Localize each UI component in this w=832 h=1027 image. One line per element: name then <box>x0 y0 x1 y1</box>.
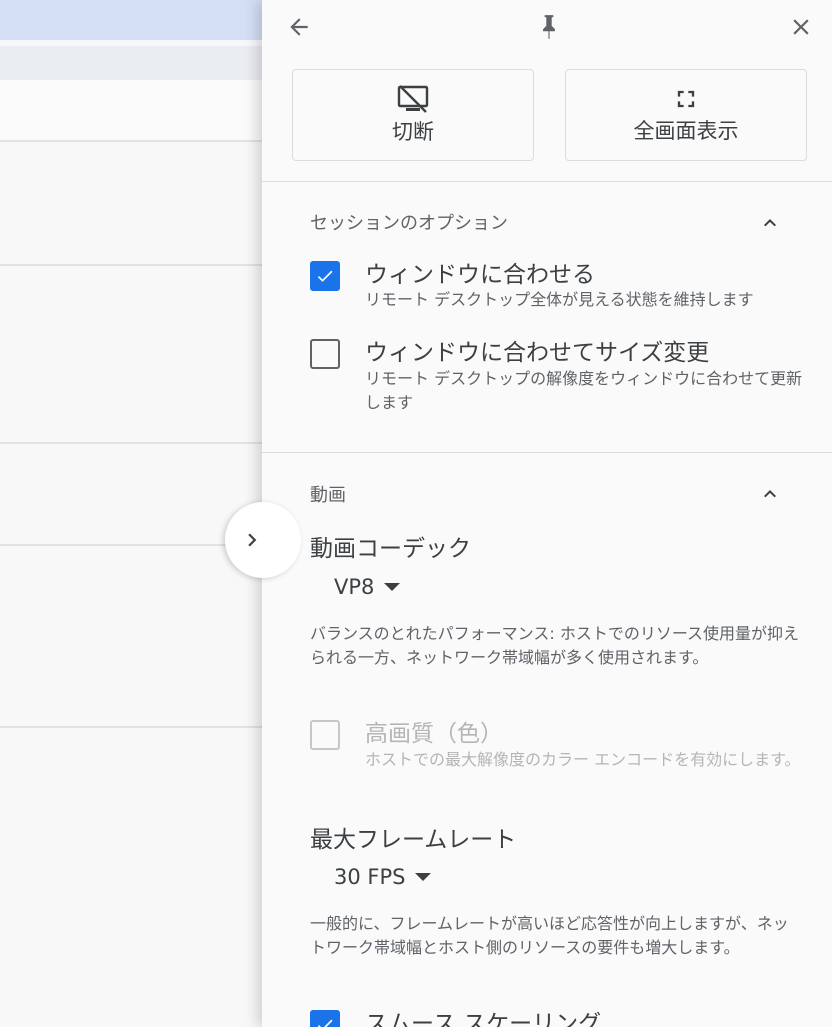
fit-window-label: ウィンドウに合わせる <box>365 262 595 288</box>
smooth-scaling-label: スムース スケーリング <box>365 1011 602 1027</box>
remote-window-titlebar <box>0 0 300 40</box>
disconnect-button[interactable]: 切断 <box>292 69 534 161</box>
options-panel: 切断 全画面表示 セッションのオプション ウィンドウに合わせる リモート デスク… <box>262 0 832 1027</box>
checkmark-icon <box>317 1019 333 1027</box>
dropdown-arrow-icon <box>384 583 401 591</box>
fullscreen-label: 全画面表示 <box>633 119 739 143</box>
close-icon <box>793 19 809 35</box>
disconnect-label: 切断 <box>392 120 434 144</box>
close-button[interactable] <box>784 10 818 44</box>
section-divider <box>262 452 832 453</box>
chevron-up-icon[interactable] <box>758 482 782 506</box>
codec-help-text: バランスのとれたパフォーマンス: ホストでのリソース使用量が抑えられる一方、ネッ… <box>310 624 800 667</box>
chevron-up-icon[interactable] <box>758 211 782 235</box>
framerate-value: 30 FPS <box>334 865 406 889</box>
high-quality-label: 高画質（色） <box>365 721 503 747</box>
arrow-back-icon <box>290 18 308 36</box>
resize-to-fit-description: リモート デスクトップの解像度をウィンドウに合わせて更新します <box>365 369 803 412</box>
fullscreen-button[interactable]: 全画面表示 <box>565 69 807 161</box>
session-options-title: セッションのオプション <box>310 213 508 234</box>
smooth-scaling-option[interactable]: スムース スケーリング <box>310 1010 810 1027</box>
checkmark-icon <box>317 270 333 282</box>
remote-divider <box>0 726 300 728</box>
remote-divider <box>0 442 300 444</box>
framerate-label: 最大フレームレート <box>310 827 517 853</box>
remote-window-toolbar <box>0 46 300 80</box>
dropdown-arrow-icon <box>415 873 432 881</box>
codec-value: VP8 <box>334 575 375 599</box>
codec-label: 動画コーデック <box>310 536 471 562</box>
resize-to-fit-checkbox[interactable] <box>310 339 340 369</box>
collapse-panel-button[interactable] <box>225 502 301 578</box>
fit-window-checkbox[interactable] <box>310 261 340 291</box>
framerate-dropdown[interactable]: 30 FPS <box>334 865 432 889</box>
fit-window-option[interactable]: ウィンドウに合わせる リモート デスクトップ全体が見える状態を維持します <box>310 261 810 311</box>
chevron-right-icon <box>248 533 257 547</box>
framerate-help-text: 一般的に、フレームレートが高いほど応答性が向上しますが、ネットワーク帯域幅とホス… <box>310 914 789 957</box>
resize-to-fit-option[interactable]: ウィンドウに合わせてサイズ変更 リモート デスクトップの解像度をウィンドウに合わ… <box>310 339 810 419</box>
smooth-scaling-checkbox[interactable] <box>310 1010 340 1027</box>
remote-window-addressbar <box>0 80 300 140</box>
section-divider <box>262 181 832 182</box>
remote-divider <box>0 140 300 142</box>
codec-dropdown[interactable]: VP8 <box>334 575 401 599</box>
pin-icon <box>543 15 555 39</box>
desktop-off-icon <box>397 85 429 113</box>
high-quality-option: 高画質（色） ホストでの最大解像度のカラー エンコードを有効にします。 <box>310 720 810 800</box>
high-quality-description: ホストでの最大解像度のカラー エンコードを有効にします。 <box>365 750 801 769</box>
back-button[interactable] <box>282 10 316 44</box>
fullscreen-icon <box>677 90 695 108</box>
remote-divider <box>0 264 300 266</box>
pin-button[interactable] <box>532 10 566 44</box>
fit-window-description: リモート デスクトップ全体が見える状態を維持します <box>365 290 754 309</box>
video-section-title: 動画 <box>310 485 346 506</box>
resize-to-fit-label: ウィンドウに合わせてサイズ変更 <box>365 340 710 366</box>
high-quality-checkbox <box>310 720 340 750</box>
